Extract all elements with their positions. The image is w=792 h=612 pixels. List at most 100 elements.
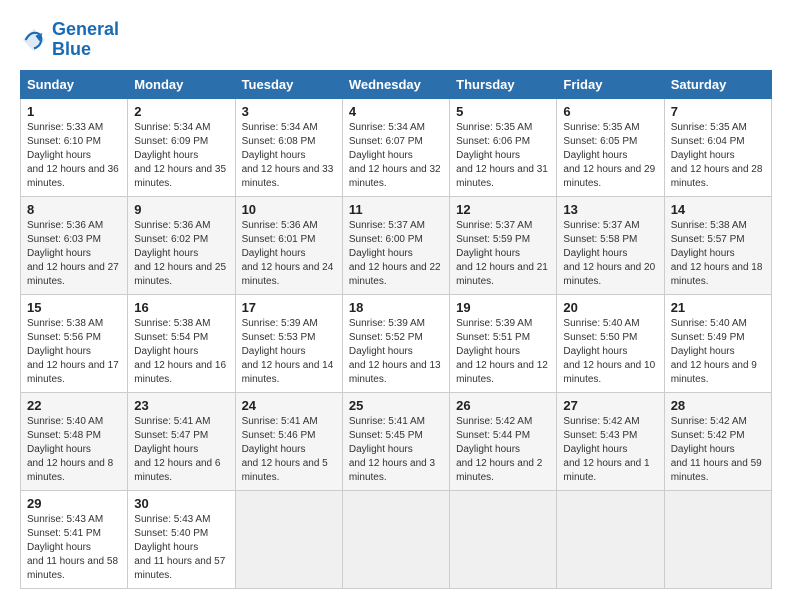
day-info: Sunrise: 5:39 AMSunset: 5:52 PMDaylight … bbox=[349, 318, 441, 385]
day-info: Sunrise: 5:34 AMSunset: 6:08 PMDaylight … bbox=[242, 122, 334, 189]
day-info: Sunrise: 5:42 AMSunset: 5:42 PMDaylight … bbox=[671, 416, 762, 483]
day-number: 9 bbox=[134, 202, 228, 217]
day-number: 27 bbox=[563, 398, 657, 413]
day-info: Sunrise: 5:37 AMSunset: 5:58 PMDaylight … bbox=[563, 220, 655, 287]
day-info: Sunrise: 5:40 AMSunset: 5:50 PMDaylight … bbox=[563, 318, 655, 385]
day-number: 29 bbox=[27, 496, 121, 511]
day-number: 17 bbox=[242, 300, 336, 315]
day-info: Sunrise: 5:41 AMSunset: 5:46 PMDaylight … bbox=[242, 416, 328, 483]
day-info: Sunrise: 5:35 AMSunset: 6:06 PMDaylight … bbox=[456, 122, 548, 189]
day-number: 6 bbox=[563, 104, 657, 119]
calendar-week-1: 1 Sunrise: 5:33 AMSunset: 6:10 PMDayligh… bbox=[21, 98, 772, 196]
day-number: 24 bbox=[242, 398, 336, 413]
day-number: 5 bbox=[456, 104, 550, 119]
calendar-cell: 18 Sunrise: 5:39 AMSunset: 5:52 PMDaylig… bbox=[342, 294, 449, 392]
calendar-week-2: 8 Sunrise: 5:36 AMSunset: 6:03 PMDayligh… bbox=[21, 196, 772, 294]
calendar-cell: 29 Sunrise: 5:43 AMSunset: 5:41 PMDaylig… bbox=[21, 490, 128, 588]
day-info: Sunrise: 5:41 AMSunset: 5:45 PMDaylight … bbox=[349, 416, 435, 483]
calendar-cell: 19 Sunrise: 5:39 AMSunset: 5:51 PMDaylig… bbox=[450, 294, 557, 392]
calendar-table: SundayMondayTuesdayWednesdayThursdayFrid… bbox=[20, 70, 772, 589]
calendar-cell bbox=[664, 490, 771, 588]
day-number: 12 bbox=[456, 202, 550, 217]
calendar-cell bbox=[342, 490, 449, 588]
logo: General Blue bbox=[20, 20, 119, 60]
header-thursday: Thursday bbox=[450, 70, 557, 98]
day-number: 10 bbox=[242, 202, 336, 217]
day-info: Sunrise: 5:36 AMSunset: 6:01 PMDaylight … bbox=[242, 220, 334, 287]
day-number: 7 bbox=[671, 104, 765, 119]
calendar-cell: 27 Sunrise: 5:42 AMSunset: 5:43 PMDaylig… bbox=[557, 392, 664, 490]
day-info: Sunrise: 5:35 AMSunset: 6:05 PMDaylight … bbox=[563, 122, 655, 189]
day-info: Sunrise: 5:36 AMSunset: 6:02 PMDaylight … bbox=[134, 220, 226, 287]
day-info: Sunrise: 5:33 AMSunset: 6:10 PMDaylight … bbox=[27, 122, 119, 189]
header-sunday: Sunday bbox=[21, 70, 128, 98]
logo-icon bbox=[20, 26, 48, 54]
day-number: 4 bbox=[349, 104, 443, 119]
day-info: Sunrise: 5:38 AMSunset: 5:56 PMDaylight … bbox=[27, 318, 119, 385]
day-info: Sunrise: 5:39 AMSunset: 5:53 PMDaylight … bbox=[242, 318, 334, 385]
page-header: General Blue bbox=[20, 20, 772, 60]
day-number: 28 bbox=[671, 398, 765, 413]
calendar-cell: 22 Sunrise: 5:40 AMSunset: 5:48 PMDaylig… bbox=[21, 392, 128, 490]
calendar-cell: 26 Sunrise: 5:42 AMSunset: 5:44 PMDaylig… bbox=[450, 392, 557, 490]
day-info: Sunrise: 5:36 AMSunset: 6:03 PMDaylight … bbox=[27, 220, 119, 287]
calendar-cell: 23 Sunrise: 5:41 AMSunset: 5:47 PMDaylig… bbox=[128, 392, 235, 490]
day-number: 20 bbox=[563, 300, 657, 315]
day-number: 26 bbox=[456, 398, 550, 413]
day-info: Sunrise: 5:42 AMSunset: 5:43 PMDaylight … bbox=[563, 416, 649, 483]
day-number: 18 bbox=[349, 300, 443, 315]
calendar-cell bbox=[235, 490, 342, 588]
calendar-cell: 6 Sunrise: 5:35 AMSunset: 6:05 PMDayligh… bbox=[557, 98, 664, 196]
day-number: 11 bbox=[349, 202, 443, 217]
calendar-cell bbox=[557, 490, 664, 588]
header-monday: Monday bbox=[128, 70, 235, 98]
calendar-cell: 30 Sunrise: 5:43 AMSunset: 5:40 PMDaylig… bbox=[128, 490, 235, 588]
calendar-cell: 21 Sunrise: 5:40 AMSunset: 5:49 PMDaylig… bbox=[664, 294, 771, 392]
day-number: 2 bbox=[134, 104, 228, 119]
day-info: Sunrise: 5:37 AMSunset: 6:00 PMDaylight … bbox=[349, 220, 441, 287]
calendar-cell: 1 Sunrise: 5:33 AMSunset: 6:10 PMDayligh… bbox=[21, 98, 128, 196]
calendar-cell: 7 Sunrise: 5:35 AMSunset: 6:04 PMDayligh… bbox=[664, 98, 771, 196]
day-number: 25 bbox=[349, 398, 443, 413]
day-number: 19 bbox=[456, 300, 550, 315]
calendar-cell: 15 Sunrise: 5:38 AMSunset: 5:56 PMDaylig… bbox=[21, 294, 128, 392]
logo-text: General Blue bbox=[52, 20, 119, 60]
header-friday: Friday bbox=[557, 70, 664, 98]
day-number: 13 bbox=[563, 202, 657, 217]
calendar-week-4: 22 Sunrise: 5:40 AMSunset: 5:48 PMDaylig… bbox=[21, 392, 772, 490]
day-info: Sunrise: 5:35 AMSunset: 6:04 PMDaylight … bbox=[671, 122, 763, 189]
calendar-cell: 4 Sunrise: 5:34 AMSunset: 6:07 PMDayligh… bbox=[342, 98, 449, 196]
calendar-week-3: 15 Sunrise: 5:38 AMSunset: 5:56 PMDaylig… bbox=[21, 294, 772, 392]
header-wednesday: Wednesday bbox=[342, 70, 449, 98]
calendar-cell: 20 Sunrise: 5:40 AMSunset: 5:50 PMDaylig… bbox=[557, 294, 664, 392]
day-info: Sunrise: 5:38 AMSunset: 5:54 PMDaylight … bbox=[134, 318, 226, 385]
day-info: Sunrise: 5:40 AMSunset: 5:49 PMDaylight … bbox=[671, 318, 757, 385]
header-saturday: Saturday bbox=[664, 70, 771, 98]
calendar-cell: 11 Sunrise: 5:37 AMSunset: 6:00 PMDaylig… bbox=[342, 196, 449, 294]
day-info: Sunrise: 5:40 AMSunset: 5:48 PMDaylight … bbox=[27, 416, 113, 483]
day-number: 30 bbox=[134, 496, 228, 511]
day-info: Sunrise: 5:39 AMSunset: 5:51 PMDaylight … bbox=[456, 318, 548, 385]
day-number: 3 bbox=[242, 104, 336, 119]
calendar-header-row: SundayMondayTuesdayWednesdayThursdayFrid… bbox=[21, 70, 772, 98]
day-number: 16 bbox=[134, 300, 228, 315]
calendar-cell: 16 Sunrise: 5:38 AMSunset: 5:54 PMDaylig… bbox=[128, 294, 235, 392]
calendar-cell bbox=[450, 490, 557, 588]
day-info: Sunrise: 5:42 AMSunset: 5:44 PMDaylight … bbox=[456, 416, 542, 483]
calendar-cell: 2 Sunrise: 5:34 AMSunset: 6:09 PMDayligh… bbox=[128, 98, 235, 196]
calendar-cell: 13 Sunrise: 5:37 AMSunset: 5:58 PMDaylig… bbox=[557, 196, 664, 294]
calendar-cell: 24 Sunrise: 5:41 AMSunset: 5:46 PMDaylig… bbox=[235, 392, 342, 490]
day-number: 21 bbox=[671, 300, 765, 315]
calendar-cell: 12 Sunrise: 5:37 AMSunset: 5:59 PMDaylig… bbox=[450, 196, 557, 294]
day-info: Sunrise: 5:34 AMSunset: 6:07 PMDaylight … bbox=[349, 122, 441, 189]
calendar-cell: 8 Sunrise: 5:36 AMSunset: 6:03 PMDayligh… bbox=[21, 196, 128, 294]
day-number: 15 bbox=[27, 300, 121, 315]
header-tuesday: Tuesday bbox=[235, 70, 342, 98]
day-info: Sunrise: 5:37 AMSunset: 5:59 PMDaylight … bbox=[456, 220, 548, 287]
calendar-cell: 25 Sunrise: 5:41 AMSunset: 5:45 PMDaylig… bbox=[342, 392, 449, 490]
day-number: 8 bbox=[27, 202, 121, 217]
day-info: Sunrise: 5:34 AMSunset: 6:09 PMDaylight … bbox=[134, 122, 226, 189]
day-info: Sunrise: 5:43 AMSunset: 5:41 PMDaylight … bbox=[27, 514, 118, 581]
calendar-cell: 14 Sunrise: 5:38 AMSunset: 5:57 PMDaylig… bbox=[664, 196, 771, 294]
day-number: 14 bbox=[671, 202, 765, 217]
